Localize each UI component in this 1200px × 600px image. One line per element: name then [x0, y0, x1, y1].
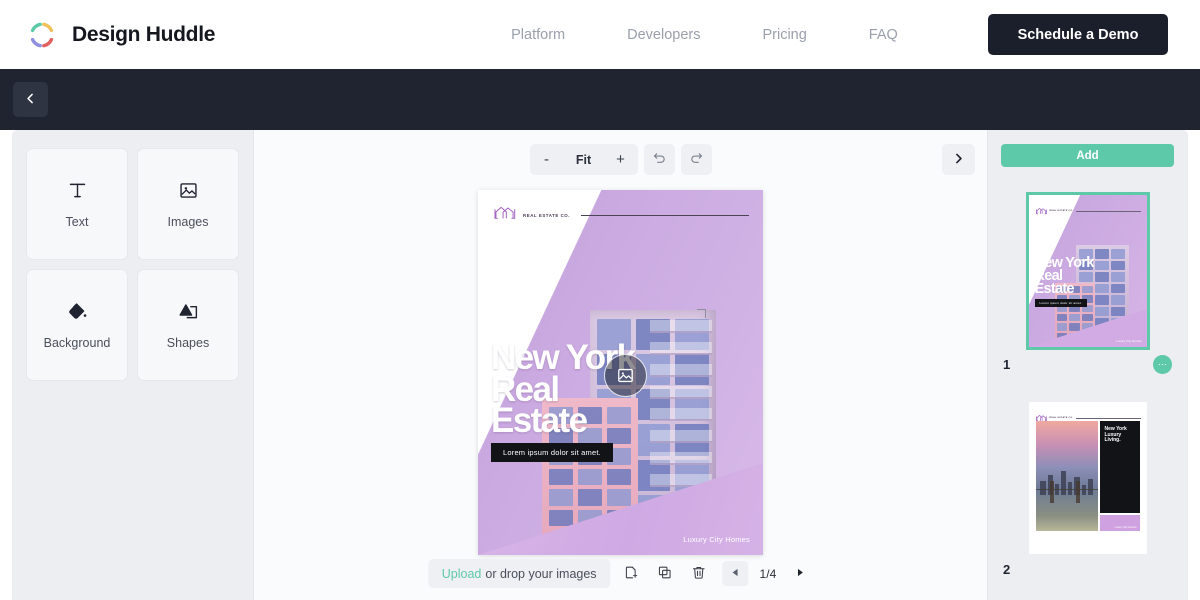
page-thumbnail-2-preview[interactable]: REAL ESTATE CO.: [1029, 402, 1147, 554]
thumb1-title-line-3: Estate: [1035, 283, 1094, 296]
next-arrow-icon: [796, 568, 805, 579]
poster-rule: [581, 215, 749, 216]
poster-subtitle[interactable]: Lorem ipsum dolor sit amet.: [491, 443, 613, 462]
thumb1-header: REAL ESTATE CO.: [1036, 202, 1141, 220]
upload-link[interactable]: Upload: [442, 567, 482, 581]
tool-label-text: Text: [66, 215, 89, 229]
zoom-fit-button[interactable]: Fit: [564, 144, 604, 175]
nav-item-developers[interactable]: Developers: [627, 27, 700, 43]
nav-item-faq[interactable]: FAQ: [869, 27, 898, 43]
app-page: Design Huddle Platform Developers Pricin…: [0, 0, 1200, 600]
poster-canvas[interactable]: REAL ESTATE CO.: [478, 190, 763, 555]
add-page-button[interactable]: [617, 559, 645, 588]
chevron-right-icon: [952, 152, 965, 168]
site-header: Design Huddle Platform Developers Pricin…: [0, 0, 1200, 69]
page-1-meta: 1 ⋯: [1001, 355, 1174, 374]
prev-arrow-icon: [731, 568, 740, 579]
zoom-group: - Fit +: [530, 144, 638, 175]
back-button[interactable]: [13, 82, 48, 117]
page-thumbnail-2[interactable]: REAL ESTATE CO.: [1001, 402, 1174, 577]
design-huddle-logo-icon: [26, 19, 58, 51]
selection-handle[interactable]: [697, 309, 706, 318]
pages-panel: Add REAL ESTATE CO.: [988, 130, 1186, 600]
undo-icon: [652, 151, 667, 169]
more-options-icon[interactable]: ⋯: [1153, 355, 1172, 374]
thumb2-brand-text: REAL ESTATE CO.: [1050, 417, 1074, 419]
image-icon: [178, 180, 199, 201]
canvas-footer-toolbar: Upload or drop your images: [428, 559, 813, 588]
house-outline-icon: [494, 205, 516, 225]
redo-button[interactable]: [681, 144, 712, 175]
page-thumbnail-1-preview[interactable]: REAL ESTATE CO.: [1029, 195, 1147, 347]
redo-icon: [689, 151, 704, 169]
zoom-out-button[interactable]: -: [530, 144, 564, 175]
thumb1-rule: [1076, 211, 1140, 212]
zoom-in-button[interactable]: +: [604, 144, 638, 175]
next-page-button[interactable]: [942, 144, 975, 175]
tool-card-background[interactable]: Background: [26, 269, 128, 381]
page-pager: 1/4: [723, 561, 814, 586]
page-thumbnail-1[interactable]: REAL ESTATE CO.: [1001, 195, 1174, 374]
add-page-panel-button[interactable]: Add: [1001, 144, 1174, 167]
page-2-number: 2: [1003, 562, 1010, 577]
duplicate-icon: [657, 565, 672, 583]
tool-card-images[interactable]: Images: [137, 148, 239, 260]
text-icon: [67, 180, 88, 201]
poster-tagline[interactable]: Luxury City Homes: [683, 535, 750, 544]
poster-header: REAL ESTATE CO.: [494, 205, 749, 225]
main-nav: Platform Developers Pricing FAQ: [511, 27, 898, 43]
tool-label-shapes: Shapes: [167, 336, 209, 350]
page-counter: 1/4: [751, 567, 786, 581]
paint-bucket-icon: [67, 301, 88, 322]
image-placeholder-icon[interactable]: [604, 354, 647, 397]
tool-card-text[interactable]: Text: [26, 148, 128, 260]
schedule-demo-button[interactable]: Schedule a Demo: [988, 14, 1168, 55]
upload-hint-text: or drop your images: [485, 567, 596, 581]
thumb1-tagline: Luxury City Homes: [1116, 339, 1141, 343]
house-outline-icon: [1036, 202, 1047, 220]
zoom-toolbar: - Fit +: [530, 144, 712, 175]
add-page-icon: [623, 565, 638, 583]
thumb1-subtitle: Lorem ipsum dolor sit amet.: [1035, 299, 1087, 307]
undo-button[interactable]: [644, 144, 675, 175]
page-1-number: 1: [1003, 357, 1010, 372]
page-2-meta: 2: [1001, 562, 1174, 577]
next-page-arrow-button[interactable]: [787, 561, 813, 586]
tool-label-background: Background: [44, 336, 111, 350]
poster-brand-text: REAL ESTATE CO.: [523, 213, 570, 218]
thumb2-bridge: [1036, 489, 1098, 507]
shapes-icon: [178, 301, 199, 322]
duplicate-button[interactable]: [651, 559, 679, 588]
upload-dropzone[interactable]: Upload or drop your images: [428, 559, 611, 588]
nav-item-pricing[interactable]: Pricing: [762, 27, 806, 43]
thumb2-city-photo: [1036, 421, 1098, 531]
tools-panel: Text Images Background Shapes: [12, 130, 253, 600]
thumb2-text-panel: New York Luxury Living.: [1100, 421, 1140, 513]
thumb2-heading: New York Luxury Living.: [1105, 427, 1135, 444]
thumb1-title: New York Real Estate: [1035, 257, 1094, 295]
editor-app-bar: [0, 69, 1200, 130]
thumb1-brand-text: REAL ESTATE CO.: [1050, 210, 1074, 212]
nav-item-platform[interactable]: Platform: [511, 27, 565, 43]
canvas-area: - Fit +: [253, 130, 988, 600]
prev-page-button[interactable]: [723, 561, 749, 586]
trash-icon: [691, 565, 706, 583]
brand-name: Design Huddle: [72, 23, 215, 47]
thumb2-rule: [1076, 418, 1140, 419]
poster-title-line-3: Estate: [491, 405, 634, 437]
thumb2-accent-text: Luxury City Homes: [1115, 526, 1137, 529]
thumb2-heading-line-3: Living.: [1105, 438, 1135, 444]
tool-label-images: Images: [168, 215, 209, 229]
delete-button[interactable]: [685, 559, 713, 588]
brand[interactable]: Design Huddle: [26, 19, 215, 51]
tool-card-shapes[interactable]: Shapes: [137, 269, 239, 381]
editor-shell: Text Images Background Shapes: [12, 130, 1188, 600]
chevron-left-icon: [24, 92, 37, 108]
